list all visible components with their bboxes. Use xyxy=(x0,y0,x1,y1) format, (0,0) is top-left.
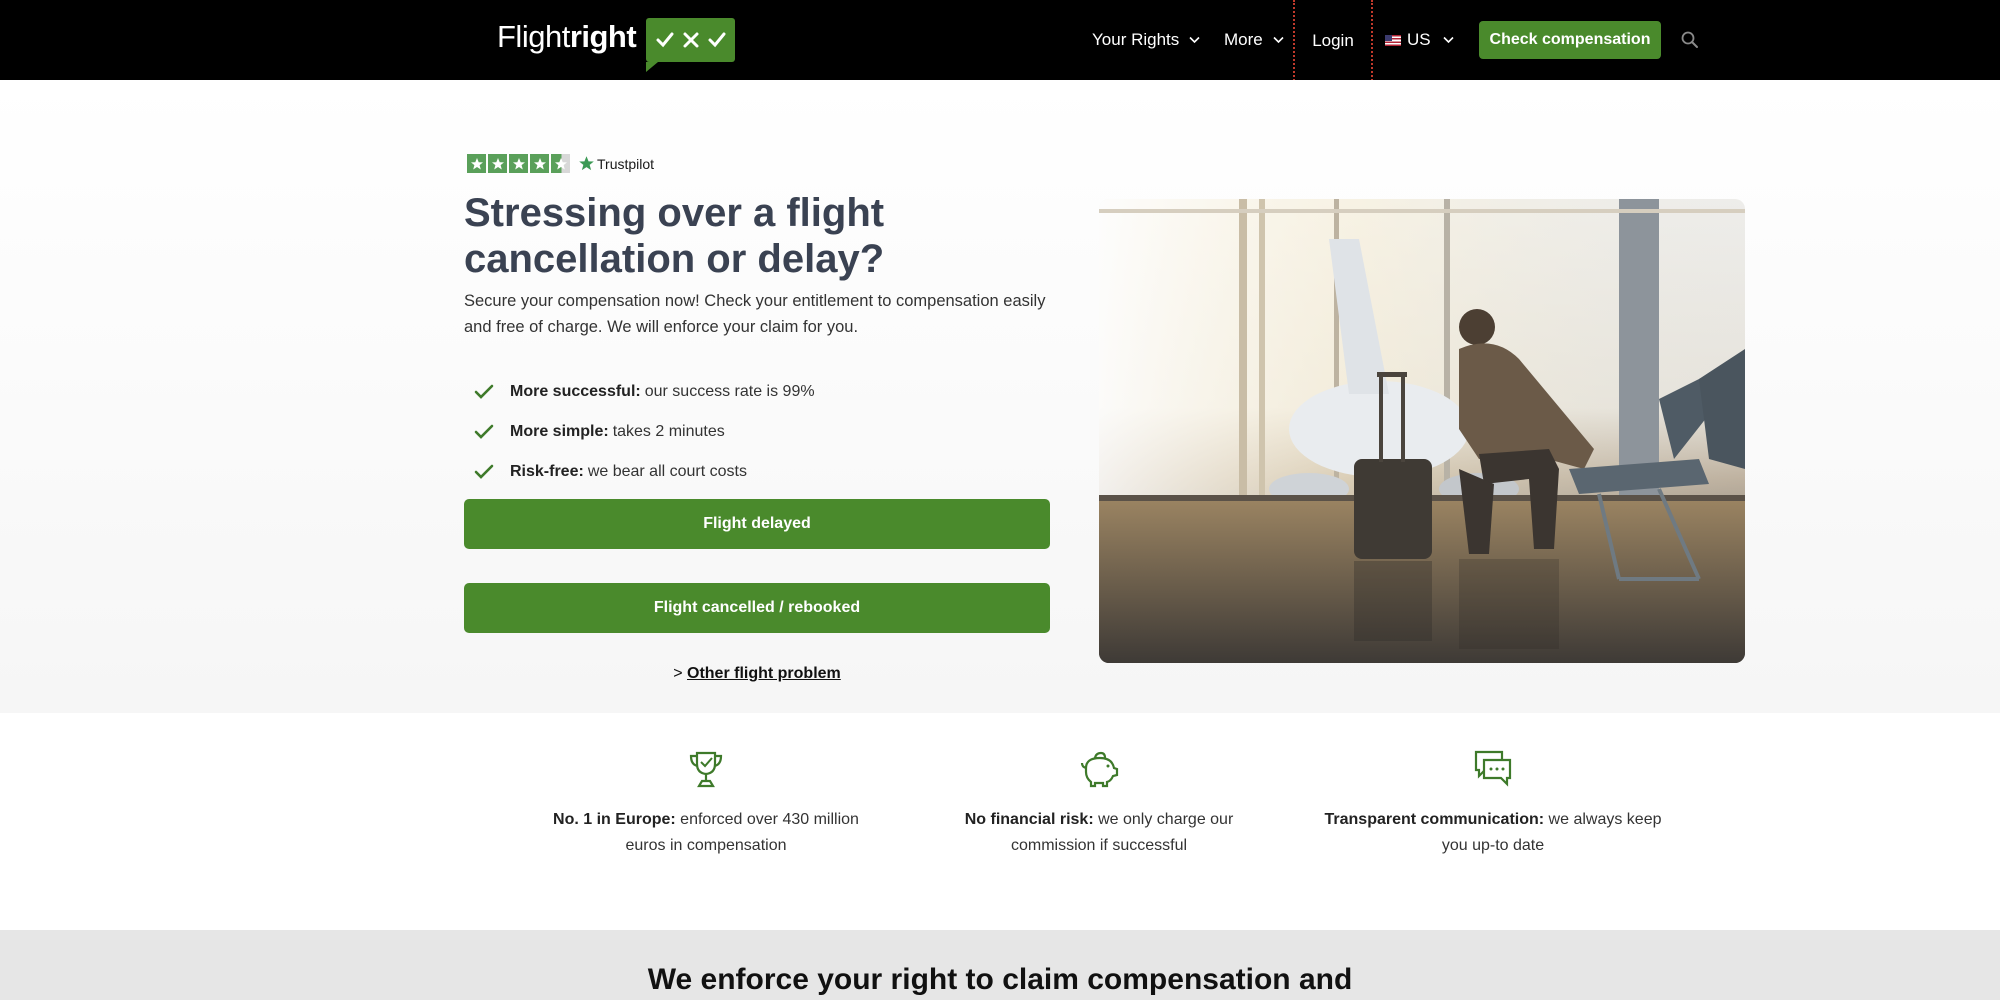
benefit-item: More simple: takes 2 minutes xyxy=(474,412,1034,452)
trophy-icon xyxy=(689,751,723,788)
hero-title: Stressing over a flight cancellation or … xyxy=(464,191,885,281)
benefit-bold: More successful: xyxy=(510,383,641,400)
benefit-text: we bear all court costs xyxy=(587,463,747,480)
nav-more-label: More xyxy=(1224,30,1263,49)
chevron-down-icon xyxy=(1189,36,1200,44)
language-selector[interactable]: US xyxy=(1385,0,1454,80)
feature-item: No. 1 in Europe: enforced over 430 milli… xyxy=(531,713,881,859)
cross-icon xyxy=(683,32,699,48)
feature-item: No financial risk: we only charge our co… xyxy=(924,713,1274,859)
checkmark-icon xyxy=(474,464,494,479)
benefit-bold: Risk-free: xyxy=(510,463,584,480)
benefit-bold: More simple: xyxy=(510,423,609,440)
hero-image-airport-traveller xyxy=(1099,199,1745,663)
trustpilot-star-icon xyxy=(579,156,594,171)
section-heading: We enforce your right to claim compensat… xyxy=(647,963,1353,996)
star-icon xyxy=(530,154,549,173)
trustpilot-stars xyxy=(467,154,570,173)
airport-scene-illustration xyxy=(1099,199,1745,663)
language-label: US xyxy=(1407,30,1431,49)
other-problem-prefix: > xyxy=(673,665,683,682)
flightright-logo[interactable]: Flightright xyxy=(497,18,736,72)
trustpilot-logo: Trustpilot xyxy=(578,155,654,172)
checkmark-icon xyxy=(474,384,494,399)
star-icon xyxy=(488,154,507,173)
feature-text: Transparent communication: we always kee… xyxy=(1324,811,1662,854)
nav-your-rights[interactable]: Your Rights xyxy=(1092,0,1200,80)
search-icon[interactable] xyxy=(1680,30,1700,50)
feature-text: No financial risk: we only charge our co… xyxy=(964,811,1234,854)
check-compensation-button[interactable]: Check compensation xyxy=(1479,21,1661,59)
trustpilot-label: Trustpilot xyxy=(597,155,655,172)
benefit-text: our success rate is 99% xyxy=(644,383,815,400)
chevron-down-icon xyxy=(1443,36,1454,44)
other-problem-row: > Other flight problem xyxy=(464,665,1050,683)
star-icon xyxy=(467,154,486,173)
logo-wordmark: Flightright xyxy=(497,19,637,54)
check-icon xyxy=(656,32,674,48)
benefit-item: More successful: our success rate is 99% xyxy=(474,372,1034,412)
benefit-text: takes 2 minutes xyxy=(612,423,725,440)
star-half-icon xyxy=(551,154,570,173)
check-icon xyxy=(708,32,726,48)
other-flight-problem-link[interactable]: Other flight problem xyxy=(687,665,841,682)
trustpilot-rating[interactable]: Trustpilot xyxy=(467,154,654,173)
flight-delayed-button[interactable]: Flight delayed xyxy=(464,499,1050,549)
benefits-list: More successful: our success rate is 99%… xyxy=(474,372,1034,492)
star-icon xyxy=(509,154,528,173)
us-flag-icon xyxy=(1385,34,1401,46)
bottom-band: We enforce your right to claim compensat… xyxy=(0,930,2000,1000)
nav-login[interactable]: Login xyxy=(1293,0,1373,84)
benefit-item: Risk-free: we bear all court costs xyxy=(474,452,1034,492)
logo-check-badge xyxy=(646,18,736,72)
flight-cancelled-button[interactable]: Flight cancelled / rebooked xyxy=(464,583,1050,633)
feature-item: Transparent communication: we always kee… xyxy=(1318,713,1668,859)
features-section: No. 1 in Europe: enforced over 430 milli… xyxy=(0,713,2000,930)
checkmark-icon xyxy=(474,424,494,439)
chevron-down-icon xyxy=(1273,36,1284,44)
feature-text: No. 1 in Europe: enforced over 430 milli… xyxy=(553,811,859,854)
nav-more[interactable]: More xyxy=(1224,0,1284,80)
piggy-bank-icon xyxy=(1080,751,1119,788)
hero-subtitle: Secure your compensation now! Check your… xyxy=(464,292,1046,336)
chat-icon xyxy=(1474,750,1512,787)
site-header: Flightright Your Rights More Login US Ch… xyxy=(0,0,2000,84)
nav-your-rights-label: Your Rights xyxy=(1092,30,1180,49)
